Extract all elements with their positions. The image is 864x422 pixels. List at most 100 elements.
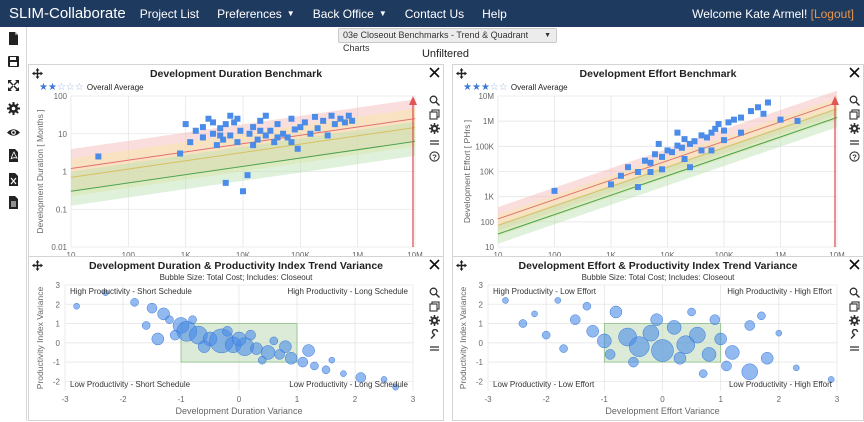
x-axis-label: Development Effort Variance <box>605 406 719 416</box>
y-tick-label: -2 <box>476 377 484 386</box>
bubble <box>673 351 687 365</box>
bubble <box>741 363 758 380</box>
data-point <box>647 159 654 166</box>
eye-icon[interactable] <box>7 126 20 139</box>
welcome-message: Welcome Kate Armel! [Logout] <box>692 7 854 21</box>
top-navbar: SLIM-Collaborate Project List Preference… <box>0 0 864 27</box>
quadrant-label-top-left: High Productivity - Short Schedule <box>70 287 192 296</box>
dataset-dropdown[interactable]: 03e Closeout Benchmarks - Trend & Quadra… <box>338 28 557 53</box>
y-axis-label: Development Effort [ PHrs ] <box>462 120 472 223</box>
data-point <box>274 134 281 141</box>
logout-link[interactable]: [Logout] <box>811 7 854 21</box>
bubble <box>586 325 599 338</box>
data-point <box>274 121 281 128</box>
quadrant-label-top-right: High Productivity - Long Schedule <box>287 287 408 296</box>
bubble <box>502 297 509 304</box>
data-point <box>721 137 727 144</box>
bubble <box>310 361 319 371</box>
nav-project-list[interactable]: Project List <box>140 7 199 21</box>
data-point <box>617 172 624 179</box>
y-axis-label: Development Duration [ Months ] <box>35 109 45 233</box>
nav-contact-us[interactable]: Contact Us <box>405 7 464 21</box>
data-point <box>764 99 771 106</box>
bubble <box>570 314 581 325</box>
data-point <box>651 151 658 158</box>
bubble <box>793 364 800 372</box>
bubble <box>197 340 211 353</box>
bubble <box>73 302 80 310</box>
bubble <box>651 339 674 362</box>
bubble <box>146 302 158 314</box>
data-point <box>222 179 229 186</box>
bubble <box>257 355 267 365</box>
excel-icon[interactable] <box>7 173 20 186</box>
gear-icon[interactable] <box>7 102 20 115</box>
data-point <box>217 132 224 139</box>
data-point <box>213 142 220 149</box>
bubble <box>604 349 616 360</box>
document-icon[interactable] <box>7 196 20 209</box>
nav-back-office[interactable]: Back Office ▼ <box>313 7 387 21</box>
data-point <box>659 153 666 160</box>
data-point <box>262 112 269 119</box>
y-tick-label: 100 <box>481 218 495 227</box>
bubble <box>518 319 528 328</box>
expand-icon[interactable] <box>7 79 20 92</box>
file-icon[interactable] <box>7 32 20 45</box>
nav-help[interactable]: Help <box>482 7 507 21</box>
data-point <box>182 121 189 128</box>
x-tick-label: 2 <box>777 395 782 404</box>
bubble <box>269 336 279 346</box>
y-tick-label: 1 <box>63 168 68 177</box>
y-tick-label: 100K <box>475 142 494 151</box>
x-tick-label: 3 <box>835 395 840 404</box>
brand-logo[interactable]: SLIM-Collaborate <box>9 5 126 22</box>
data-point <box>681 136 688 143</box>
data-point <box>291 126 298 133</box>
effort-pi-variance-chart: -2-10123-3 -2 -1 0 1 2 3High Productivity - Lo… <box>458 281 840 416</box>
data-point <box>320 117 327 124</box>
x-tick-label: -3 <box>61 395 69 404</box>
y-axis-label: Productivity Index Variance <box>458 287 468 390</box>
bubble <box>531 310 538 318</box>
save-icon[interactable] <box>7 55 20 68</box>
data-point <box>210 130 217 137</box>
data-point <box>655 140 662 147</box>
bubble <box>698 369 708 378</box>
nav-contact-us-label: Contact Us <box>404 6 465 21</box>
bubble <box>687 307 696 317</box>
duration-pi-variance-panel: Development Duration & Productivity Inde… <box>28 256 444 421</box>
data-point <box>95 153 102 160</box>
data-point <box>177 150 184 157</box>
quadrant-label-bottom-left: Low Productivity - Low Effort <box>493 380 595 389</box>
data-point <box>288 115 295 122</box>
data-point <box>240 188 246 195</box>
pdf-icon[interactable] <box>7 149 20 162</box>
bubble <box>151 332 165 346</box>
y-tick-label: -2 <box>53 377 61 386</box>
data-point <box>244 172 251 179</box>
quadrant-label-top-left: High Productivity - Low Effort <box>493 287 597 296</box>
data-point <box>217 125 224 132</box>
data-point <box>187 139 194 146</box>
data-point <box>267 127 274 134</box>
effort-pi-variance-panel: Development Effort & Productivity Index … <box>452 256 864 421</box>
y-axis-label: Productivity Index Variance <box>35 287 45 390</box>
data-point <box>222 121 229 128</box>
data-point <box>254 136 261 143</box>
data-point <box>642 157 649 164</box>
x-tick-label: -2 <box>543 395 551 404</box>
y-tick-label: 2 <box>479 300 484 309</box>
bubble <box>760 351 774 365</box>
bubble <box>628 356 639 368</box>
data-point <box>301 119 308 126</box>
data-point <box>227 112 234 119</box>
bubble <box>245 329 256 341</box>
bubble <box>714 332 727 346</box>
bubble <box>609 305 623 319</box>
data-point <box>730 116 737 123</box>
data-point <box>210 119 217 126</box>
duration-benchmark-panel: Development Duration Benchmark ★★☆☆☆ Ove… <box>28 64 444 281</box>
nav-preferences[interactable]: Preferences ▼ <box>217 7 295 21</box>
bubble <box>650 313 663 326</box>
